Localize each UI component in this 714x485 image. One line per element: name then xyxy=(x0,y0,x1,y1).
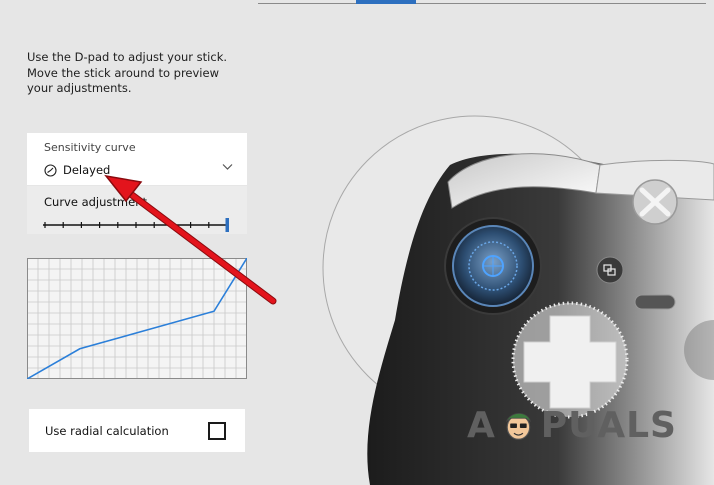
instruction-line: your adjustments. xyxy=(27,81,132,95)
curve-adjustment-slider[interactable] xyxy=(43,218,231,232)
sensitivity-selected-value: Delayed xyxy=(63,163,111,177)
slider-thumb xyxy=(225,218,229,232)
curve-adjustment-label: Curve adjustment xyxy=(44,195,147,209)
view-button xyxy=(596,256,624,284)
radial-calculation-option[interactable]: Use radial calculation xyxy=(29,409,245,452)
radial-calculation-checkbox[interactable] xyxy=(208,422,226,440)
top-tab-strip xyxy=(258,0,706,4)
chevron-down-icon[interactable] xyxy=(222,163,233,171)
radial-calculation-label: Use radial calculation xyxy=(45,424,169,438)
watermark-letters: PUALS xyxy=(540,404,677,446)
watermark-letter-a: A xyxy=(467,404,496,446)
instructions-text: Use the D-pad to adjust your stick. Move… xyxy=(27,50,257,97)
sensitivity-curve-label: Sensitivity curve xyxy=(44,141,136,154)
share-button xyxy=(634,294,676,310)
curve-adjustment-panel: Curve adjustment xyxy=(27,186,247,234)
gauge-icon xyxy=(44,163,57,177)
sensitivity-curve-graph xyxy=(27,258,247,379)
appuals-watermark: A PUALS xyxy=(467,400,677,450)
mascot-icon xyxy=(505,413,531,440)
sensitivity-value-row[interactable]: Delayed xyxy=(44,161,110,179)
instruction-line: Move the stick around to preview xyxy=(27,65,219,80)
active-tab-indicator[interactable] xyxy=(356,0,416,4)
sensitivity-curve-dropdown[interactable]: Sensitivity curve Delayed xyxy=(27,133,247,185)
instruction-line: Use the D-pad to adjust your stick. xyxy=(27,50,228,64)
